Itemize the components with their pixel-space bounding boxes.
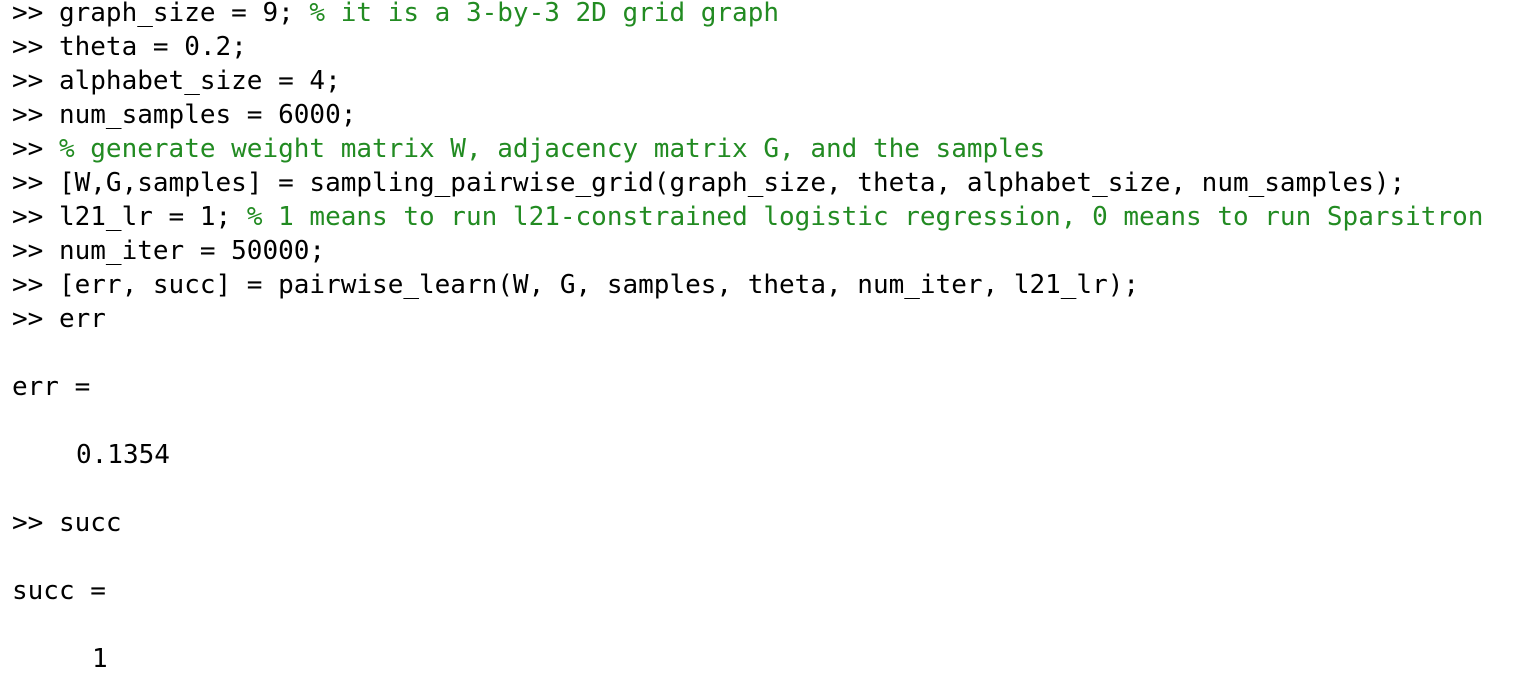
command-code: err — [58, 304, 106, 334]
command-code: num_iter = 50000; — [58, 236, 326, 266]
command-code: num_samples = 6000; — [58, 100, 357, 130]
command-comment: % 1 means to run l21-constrained logisti… — [246, 202, 1484, 232]
command-code: [err, succ] = pairwise_learn(W, G, sampl… — [58, 270, 1140, 300]
prompt: >> — [12, 202, 59, 232]
prompt: >> — [12, 508, 59, 538]
command-line-num-samples: >> num_samples = 6000; — [12, 98, 356, 132]
command-line-generate-comment: >> % generate weight matrix W, adjacency… — [12, 132, 1045, 166]
command-code: graph_size = 9; — [58, 0, 310, 28]
prompt: >> — [12, 134, 59, 164]
prompt: >> — [12, 32, 59, 62]
output-err-value: 0.1354 — [76, 440, 170, 470]
command-code: alphabet_size = 4; — [58, 66, 341, 96]
command-line-theta: >> theta = 0.2; — [12, 30, 247, 64]
prompt: >> — [12, 66, 59, 96]
prompt: >> — [12, 168, 59, 198]
command-line-graph-size: >> graph_size = 9; % it is a 3-by-3 2D g… — [12, 0, 779, 30]
command-line-pairwise-learn: >> [err, succ] = pairwise_learn(W, G, sa… — [12, 268, 1139, 302]
command-line-sampling: >> [W,G,samples] = sampling_pairwise_gri… — [12, 166, 1405, 200]
command-code: succ — [58, 508, 122, 538]
command-line-l21-lr: >> l21_lr = 1; % 1 means to run l21-cons… — [12, 200, 1483, 234]
command-line-alphabet-size: >> alphabet_size = 4; — [12, 64, 341, 98]
prompt: >> — [12, 270, 59, 300]
command-code: l21_lr = 1; — [58, 202, 247, 232]
output-succ-label: succ = — [12, 576, 106, 606]
command-code: [W,G,samples] = sampling_pairwise_grid(g… — [58, 168, 1406, 198]
matlab-command-window[interactable]: >> graph_size = 9; % it is a 3-by-3 2D g… — [0, 0, 1526, 680]
prompt: >> — [12, 236, 59, 266]
command-code: theta = 0.2; — [58, 32, 247, 62]
command-line-num-iter: >> num_iter = 50000; — [12, 234, 325, 268]
prompt: >> — [12, 0, 59, 28]
prompt: >> — [12, 304, 59, 334]
output-err-label: err = — [12, 372, 91, 402]
command-line-succ: >> succ — [12, 506, 122, 540]
output-succ-value: 1 — [92, 644, 108, 674]
command-comment: % generate weight matrix W, adjacency ma… — [58, 134, 1046, 164]
command-line-err: >> err — [12, 302, 106, 336]
prompt: >> — [12, 100, 59, 130]
command-comment: % it is a 3-by-3 2D grid graph — [309, 0, 780, 28]
